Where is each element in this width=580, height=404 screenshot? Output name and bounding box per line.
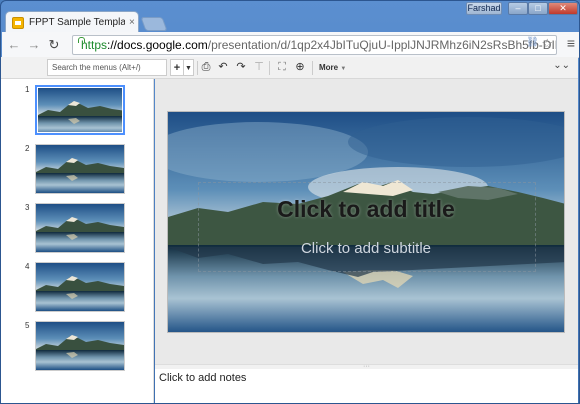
more-label: More <box>319 63 339 72</box>
minimize-icon[interactable]: – <box>508 2 528 15</box>
landscape-thumbnail-image <box>36 263 124 311</box>
user-profile-button[interactable]: Farshad <box>466 2 502 15</box>
slide-thumbnail[interactable] <box>35 203 125 253</box>
more-menu-button[interactable]: More ▼ <box>319 59 346 78</box>
maximize-icon[interactable]: □ <box>528 2 548 15</box>
slide-thumbnail[interactable] <box>35 85 126 136</box>
new-slide-button[interactable]: + <box>170 59 184 76</box>
tab-close-icon[interactable]: × <box>129 17 135 28</box>
fit-zoom-icon[interactable]: ⛶ <box>275 59 289 76</box>
landscape-thumbnail-image <box>36 145 124 193</box>
tab-title: FPPT Sample Template - G <box>29 17 125 28</box>
zoom-icon[interactable]: ⊕ <box>293 59 307 76</box>
bookmark-star-icon[interactable]: ☆ <box>541 36 553 52</box>
toolbar-divider <box>269 61 270 75</box>
slide-subtitle-placeholder[interactable]: Click to add subtitle <box>168 240 564 257</box>
new-tab-button[interactable] <box>140 17 168 31</box>
slide-number: 3 <box>25 203 30 212</box>
slide-title-placeholder[interactable]: Click to add title <box>168 196 564 223</box>
chevron-down-icon: ▼ <box>340 66 347 72</box>
slide-number: 5 <box>25 321 30 330</box>
close-window-icon[interactable]: ✕ <box>548 2 578 15</box>
slide-canvas: Click to add title Click to add subtitle <box>155 79 578 364</box>
landscape-thumbnail-image <box>36 322 124 370</box>
toolbar-divider <box>197 61 198 75</box>
browser-tab[interactable]: FPPT Sample Template - G × <box>5 11 139 33</box>
chrome-menu-icon[interactable]: ≡ <box>567 35 575 51</box>
slide-filmstrip: 1 2 3 4 5 <box>1 79 154 403</box>
slide-thumbnail[interactable] <box>35 321 125 371</box>
reload-icon[interactable]: ↻ <box>46 37 62 53</box>
forward-arrow-icon[interactable]: → <box>26 37 42 53</box>
redo-icon[interactable]: ↷ <box>234 59 248 76</box>
menu-search-input[interactable]: Search the menus (Alt+/) <box>47 59 167 76</box>
paint-format-icon[interactable]: ⊤ <box>252 59 266 76</box>
toolbar-divider <box>312 61 313 75</box>
slide-number: 4 <box>25 262 30 271</box>
slide-thumbnail[interactable] <box>35 262 125 312</box>
extension-icon[interactable]: ⛓ <box>526 37 539 48</box>
back-arrow-icon[interactable]: ← <box>6 37 22 53</box>
new-slide-dropdown-icon[interactable]: ▼ <box>184 59 194 76</box>
url-path: /presentation/d/1qp2x4JbITuQjuU-IpplJNJR… <box>207 38 557 52</box>
slide-number: 2 <box>25 144 30 153</box>
print-icon[interactable]: ⎙ <box>199 59 213 76</box>
collapse-toolbar-icon[interactable]: ⌄⌄ <box>553 60 570 71</box>
slides-favicon-icon <box>12 16 24 29</box>
slide-thumbnail[interactable] <box>35 144 125 194</box>
undo-icon[interactable]: ↶ <box>216 59 230 76</box>
address-bar[interactable]: https://docs.google.com/presentation/d/1… <box>72 35 557 55</box>
current-slide[interactable]: Click to add title Click to add subtitle <box>167 111 565 333</box>
landscape-thumbnail-image <box>36 204 124 252</box>
browser-toolbar: ← → ↻ https://docs.google.com/presentati… <box>2 32 579 58</box>
landscape-thumbnail-image <box>38 88 126 136</box>
slide-number: 1 <box>25 85 30 94</box>
url-host: ://docs.google.com <box>107 38 208 52</box>
editor-toolbar: Search the menus (Alt+/) + ▼ ⎙ ↶ ↷ ⊤ ⛶ ⊕… <box>1 57 578 79</box>
speaker-notes-field[interactable]: Click to add notes <box>155 369 578 403</box>
